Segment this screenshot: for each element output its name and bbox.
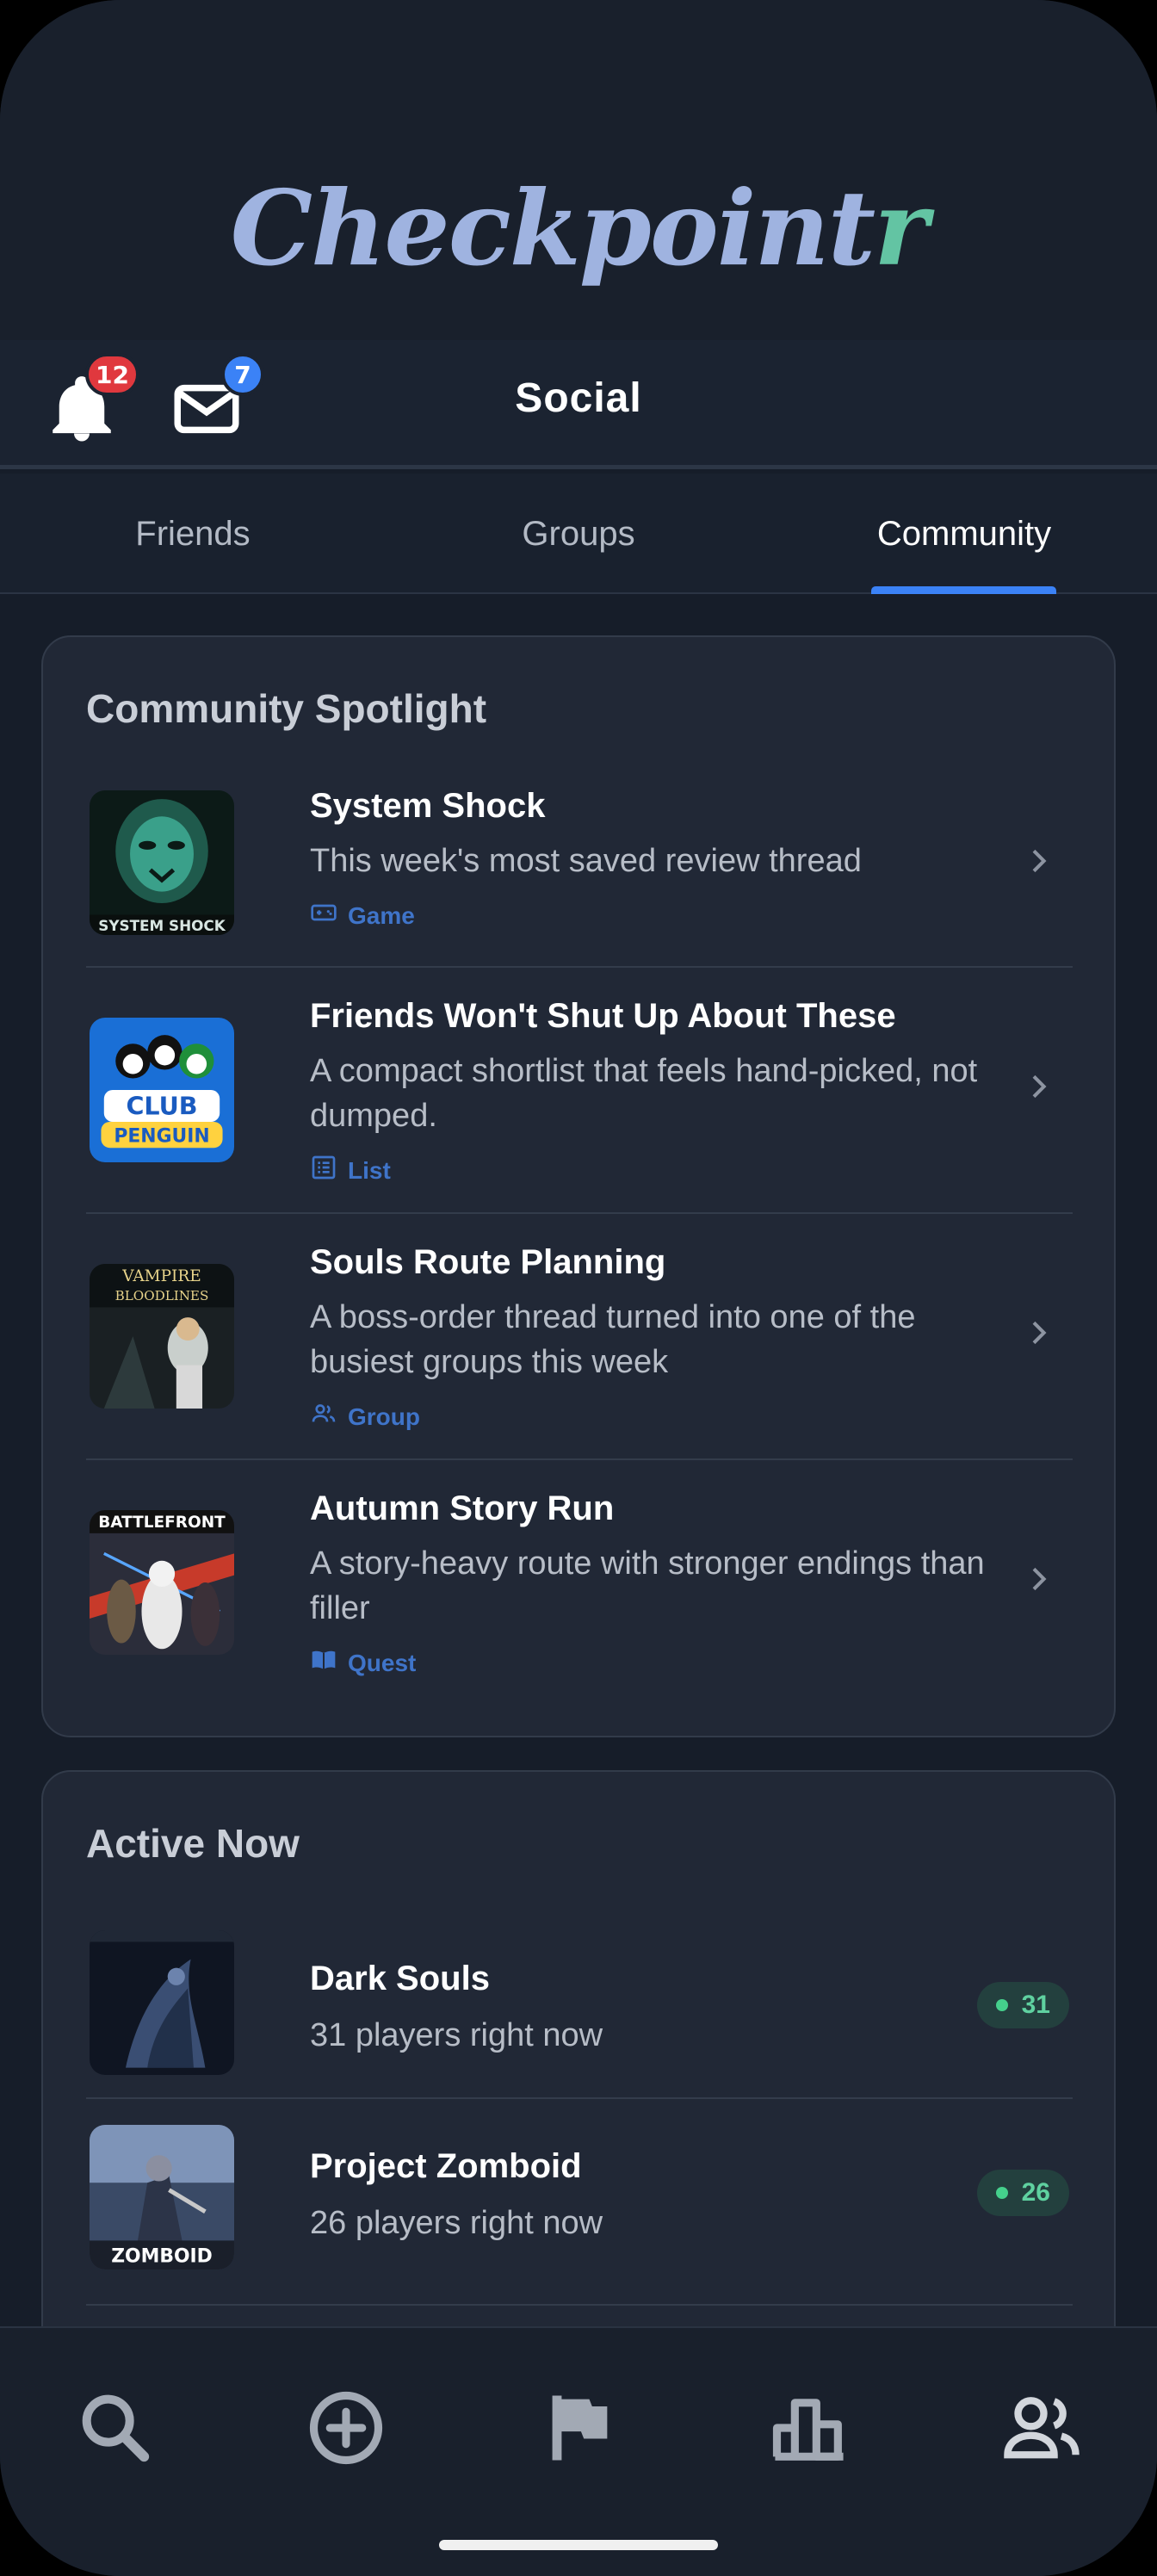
spotlight-item[interactable]: BATTLEFRONT Autumn Story Run A story-hea… (86, 1460, 1073, 1706)
svg-text:BLOODLINES: BLOODLINES (115, 1288, 209, 1303)
chevron-right-icon (1021, 1069, 1055, 1104)
svg-text:SYSTEM SHOCK: SYSTEM SHOCK (98, 917, 226, 934)
item-title: Friends Won't Shut Up About These (310, 997, 896, 1035)
active-game-item[interactable]: Dark Souls 31 players right now 31 (86, 1910, 1073, 2099)
bell-icon (43, 376, 121, 451)
book-icon (310, 1646, 337, 1680)
item-title: Autumn Story Run (310, 1489, 615, 1527)
svg-text:CLUB: CLUB (126, 1092, 197, 1121)
section-title: Community Spotlight (86, 686, 487, 731)
bottom-nav (0, 2326, 1157, 2576)
item-type-label: Group (348, 1403, 420, 1430)
list-icon (310, 1154, 337, 1187)
project-zomboid-cover: ZOMBOID (90, 2125, 234, 2269)
dark-souls-cover (90, 1930, 234, 2075)
svg-text:VAMPIRE: VAMPIRE (121, 1267, 201, 1285)
section-title: Active Now (86, 1821, 300, 1866)
nav-add[interactable] (303, 2385, 389, 2471)
item-title: Dark Souls (310, 1960, 490, 1997)
svg-text:ZOMBOID: ZOMBOID (111, 2246, 213, 2268)
system-shock-cover: SYSTEM SHOCK (90, 790, 234, 935)
item-type: Quest (310, 1646, 416, 1680)
group-icon (310, 1400, 337, 1434)
chevron-right-icon (1021, 1562, 1055, 1596)
add-circle-icon (303, 2391, 389, 2474)
item-title: Souls Route Planning (310, 1243, 666, 1281)
active-game-item[interactable]: ZOMBOID Project Zomboid 26 players right… (86, 2099, 1073, 2306)
item-type-label: Game (348, 901, 415, 929)
logo-area: Checkpointr (0, 0, 1157, 340)
svg-text:BATTLEFRONT: BATTLEFRONT (98, 1514, 226, 1532)
item-title: Project Zomboid (310, 2147, 582, 2185)
spotlight-item[interactable]: CLUB PENGUIN Friends Won't Shut Up About… (86, 968, 1073, 1214)
item-description: A boss-order thread turned into one of t… (310, 1299, 916, 1380)
spotlight-item[interactable]: VAMPIRE BLOODLINES Souls Route Planning … (86, 1214, 1073, 1460)
people-icon (999, 2397, 1085, 2474)
item-description: 26 players right now (310, 2205, 603, 2241)
item-description: A story-heavy route with stronger ending… (310, 1545, 985, 1626)
flag-icon (535, 2395, 622, 2474)
online-count-badge: 26 (976, 2170, 1069, 2216)
page-title: Social (515, 375, 642, 421)
item-description: 31 players right now (310, 2017, 603, 2053)
tab-groups[interactable]: Groups (386, 474, 771, 594)
club-penguin-cover: CLUB PENGUIN (90, 1018, 234, 1162)
phone-screen: Checkpointr 12 7 Social Friends Groups C… (0, 0, 1157, 2576)
nav-quests[interactable] (535, 2385, 622, 2471)
item-type-label: List (348, 1156, 391, 1184)
nav-search[interactable] (72, 2385, 158, 2471)
battlefront-cover: BATTLEFRONT (90, 1510, 234, 1655)
gamepad-icon (310, 899, 337, 932)
nav-social[interactable] (999, 2385, 1085, 2471)
tab-bar: Friends Groups Community (0, 474, 1157, 594)
leaderboard-icon (766, 2399, 852, 2474)
search-icon (72, 2394, 158, 2474)
active-tab-indicator (871, 586, 1056, 594)
active-now-card: Active Now Dark Souls 31 players right n… (41, 1770, 1116, 2373)
app-logo: Checkpointr (230, 168, 929, 289)
chevron-right-icon (1021, 1316, 1055, 1350)
home-indicator (439, 2540, 718, 2550)
item-type: List (310, 1154, 391, 1187)
item-title: System Shock (310, 787, 546, 825)
divider (86, 2304, 1073, 2306)
mail-icon (168, 384, 245, 451)
chevron-right-icon (1021, 844, 1055, 878)
item-type: Game (310, 899, 415, 932)
header: 12 7 Social (0, 340, 1157, 469)
community-spotlight-card: Community Spotlight SYSTEM SHOCK System … (41, 635, 1116, 1737)
tab-community[interactable]: Community (771, 474, 1157, 594)
item-description: This week's most saved review thread (310, 843, 862, 879)
vampire-bloodlines-cover: VAMPIRE BLOODLINES (90, 1264, 234, 1409)
online-dot (995, 1999, 1008, 2011)
item-description: A compact shortlist that feels hand-pick… (310, 1053, 978, 1134)
svg-text:PENGUIN: PENGUIN (114, 1125, 209, 1147)
item-type-label: Quest (348, 1649, 417, 1676)
online-count-badge: 31 (976, 1982, 1069, 2028)
nav-leaderboard[interactable] (766, 2385, 852, 2471)
spotlight-item[interactable]: SYSTEM SHOCK System Shock This week's mo… (86, 777, 1073, 968)
item-type: Group (310, 1400, 420, 1434)
tab-friends[interactable]: Friends (0, 474, 386, 594)
online-dot (995, 2187, 1008, 2199)
